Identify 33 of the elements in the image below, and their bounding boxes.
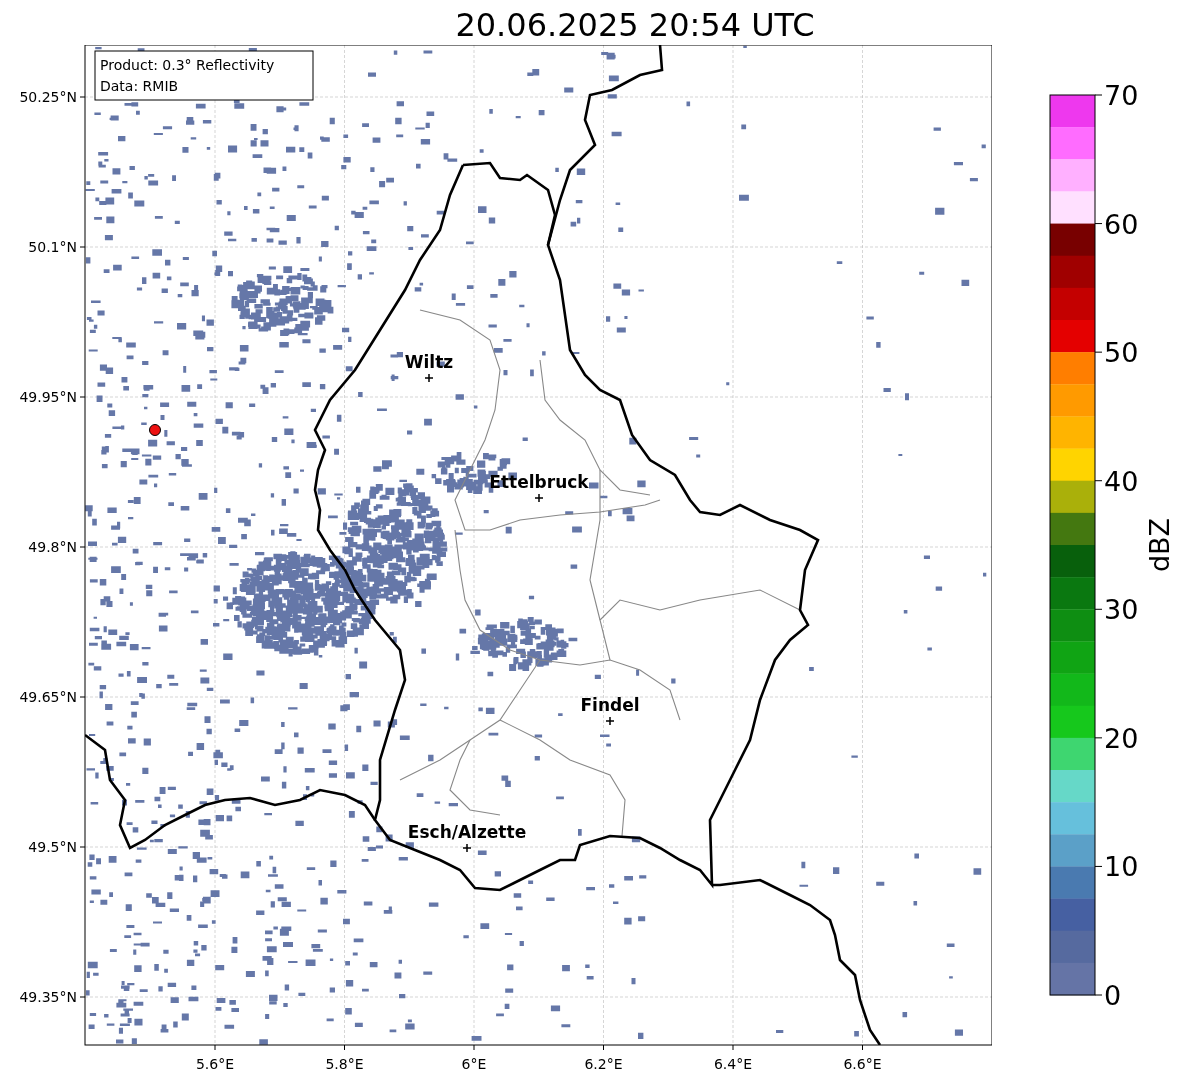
colorbar-tick-label: 20: [1104, 722, 1139, 754]
colorbar-label: dBZ: [1144, 517, 1175, 573]
city-marker-icon: [605, 716, 615, 726]
city-marker-icon: [534, 493, 544, 503]
axis-tick-label: 49.95°N: [19, 389, 77, 405]
city-label: Ettelbruck: [489, 472, 589, 492]
city-label: Esch/Alzette: [407, 822, 527, 842]
colorbar-tick-label: 70: [1104, 80, 1139, 111]
axis-tick-label: 6.2°E: [584, 1056, 623, 1072]
info-box: Product: 0.3° Reflectivity Data: RMIB: [94, 50, 314, 101]
axis-tick-label: 49.35°N: [19, 989, 77, 1005]
colorbar-tick-label: 0: [1104, 980, 1122, 1011]
city-marker-icon: [424, 373, 434, 383]
city-label: Wiltz: [404, 352, 454, 372]
colorbar-tick-label: 10: [1104, 851, 1139, 883]
city-label: Findel: [580, 695, 640, 715]
colorbar-tick-label: 30: [1104, 594, 1139, 626]
axis-tick-label: 6°E: [461, 1056, 487, 1072]
axis-tick-label: 6.6°E: [843, 1056, 882, 1072]
axis-tick-label: 5.8°E: [325, 1056, 364, 1072]
colorbar-tick-label: 40: [1104, 465, 1139, 497]
axis-tick-label: 50.25°N: [19, 89, 77, 105]
axis-tick-label: 49.5°N: [28, 839, 77, 855]
city-marker-icon: [462, 843, 472, 853]
chart-title: 20.06.2025 20:54 UTC: [454, 5, 816, 45]
radar-site-marker: [149, 424, 161, 436]
axis-tick-label: 50.1°N: [28, 239, 77, 255]
axis-tick-label: 49.65°N: [19, 689, 77, 705]
axis-tick-label: 6.4°E: [713, 1056, 753, 1072]
colorbar-tick-label: 50: [1104, 337, 1139, 369]
axis-tick-label: 5.6°E: [195, 1056, 235, 1072]
axis-tick-label: 49.8°N: [28, 539, 77, 555]
colorbar-tick-label: 60: [1104, 208, 1139, 240]
